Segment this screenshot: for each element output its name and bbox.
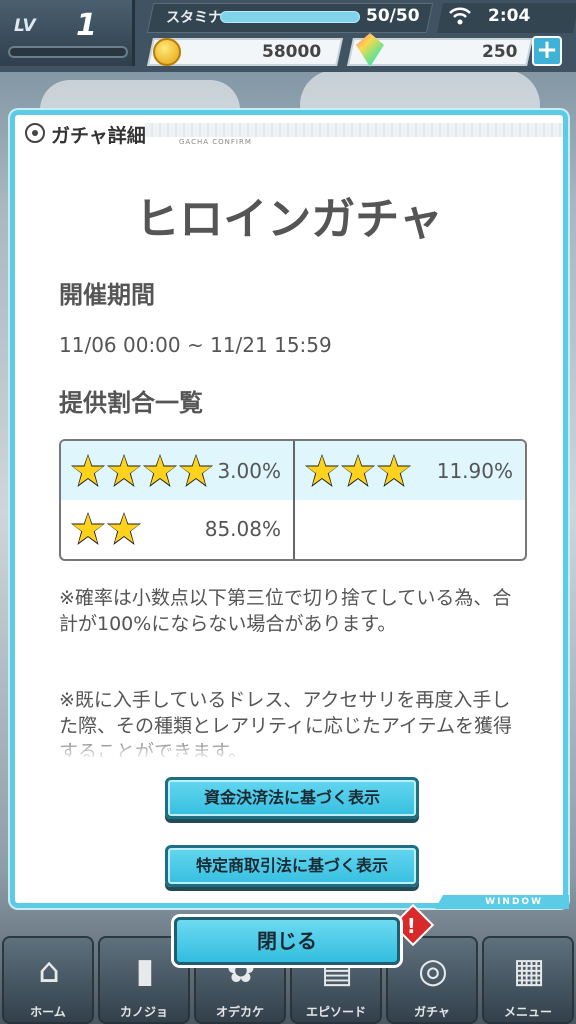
table-divider (293, 441, 295, 559)
dialog-title: ガチャ詳細 (51, 125, 146, 147)
coin-value: 58000 (262, 42, 322, 62)
star-icon (107, 454, 141, 487)
star-icon (341, 454, 375, 487)
crosshair-icon: ◎ (418, 951, 448, 991)
star-icon (143, 454, 177, 487)
rates-heading: 提供割合一覧 (59, 389, 203, 417)
rate-table: 3.00% 11.90% 85.08% (59, 439, 527, 561)
rate-cell-3star: 11.90% (295, 441, 525, 500)
nav-label: オデカケ (215, 1005, 264, 1019)
rate-cell-5star: 3.00% (61, 441, 293, 500)
dialog-header: ガチャ詳細 GACHA CONFIRM (15, 115, 563, 149)
window-label: WINDOW (485, 897, 543, 907)
period-value: 11/06 00:00 ~ 11/21 15:59 (59, 333, 332, 357)
nav-home[interactable]: ⌂ ホーム (2, 936, 94, 1024)
nav-label: ホーム (30, 1005, 66, 1019)
stamina-bar (220, 11, 360, 23)
gacha-detail-dialog: ガチャ詳細 GACHA CONFIRM ヒロインガチャ 開催期間 11/06 0… (10, 110, 569, 909)
wifi-icon (448, 6, 472, 28)
header-stripe (145, 123, 563, 137)
star-icon (71, 454, 105, 487)
status-bar: LV 1 スタミナ 50/50 2:04 58000 250 + (0, 0, 576, 72)
grid-icon: ▦ (512, 951, 546, 991)
star-icon (377, 454, 411, 487)
nav-label: メニュー (503, 1005, 552, 1019)
cards-icon: ▮ (135, 951, 155, 991)
dialog-subtitle: GACHA CONFIRM (179, 138, 252, 146)
home-icon: ⌂ (38, 951, 60, 991)
crosshair-icon (25, 123, 45, 143)
scroll-fade (21, 733, 557, 761)
rate-percent: 3.00% (217, 459, 281, 483)
star-icon (305, 454, 339, 487)
nav-label: ガチャ (414, 1005, 450, 1019)
clock: 2:04 (488, 6, 531, 26)
period-heading: 開催期間 (59, 281, 155, 309)
note-probability: ※確率は小数点以下第三位で切り捨てしている為、合計が100%にならない場合があり… (59, 587, 512, 635)
commercial-transactions-act-button[interactable]: 特定商取引法に基づく表示 (165, 845, 419, 887)
level-label: LV (14, 16, 36, 36)
nav-label: カノジョ (119, 1005, 168, 1019)
rate-percent: 85.08% (204, 517, 281, 541)
gem-value: 250 (482, 42, 518, 62)
payment-services-act-button[interactable]: 資金決済法に基づく表示 (165, 777, 419, 819)
stamina-label: スタミナ (166, 10, 222, 26)
star-icon (71, 512, 105, 545)
level-progress-bar (8, 46, 128, 58)
rate-cell-2star: 85.08% (61, 500, 293, 559)
close-button[interactable]: 閉じる (174, 917, 400, 965)
nav-menu[interactable]: ▦ メニュー (482, 936, 574, 1024)
star-icon (107, 512, 141, 545)
gacha-name: ヒロインガチャ (135, 194, 443, 245)
nav-label: エピソード (305, 1005, 366, 1019)
star-icon (179, 454, 213, 487)
stamina-value: 50/50 (366, 6, 420, 26)
coin-icon (153, 38, 181, 66)
rate-percent: 11.90% (436, 459, 513, 483)
level-value: 1 (76, 8, 97, 43)
add-gems-button[interactable]: + (532, 36, 562, 66)
